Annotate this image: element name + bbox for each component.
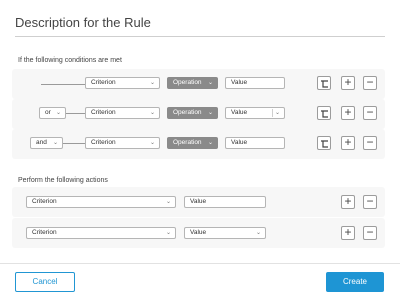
chevron-down-icon: ⌄ <box>55 110 61 116</box>
plus-icon[interactable]: + <box>341 106 355 120</box>
footer-divider <box>0 263 400 264</box>
chevron-down-icon: ⌄ <box>255 230 261 236</box>
value-input[interactable]: Value <box>225 77 285 89</box>
branch-icon <box>321 140 328 148</box>
action-row: Criterion ⌄ Value + − <box>12 187 385 217</box>
tree-branch-line <box>63 143 85 144</box>
condition-row: or ⌄ Criterion ⌄ Operation ⌄ Value ⌄ + − <box>12 99 385 129</box>
value-text: Value <box>190 198 207 205</box>
operation-select[interactable]: Operation ⌄ <box>167 137 218 149</box>
connector-value: and <box>36 139 47 146</box>
rule-description-input[interactable]: Description for the Rule <box>15 14 385 37</box>
operation-value: Operation <box>173 139 202 146</box>
conditions-heading: If the following conditions are met <box>18 57 122 64</box>
chevron-down-icon: ⌄ <box>207 80 213 86</box>
criterion-value: Criterion <box>91 79 116 86</box>
value-text: Value <box>190 229 207 236</box>
value-select[interactable]: Value ⌄ <box>225 107 285 119</box>
create-button[interactable]: Create <box>326 272 384 292</box>
action-row: Criterion ⌄ Value ⌄ + − <box>12 218 385 248</box>
minus-icon[interactable]: − <box>363 195 377 209</box>
add-branch-button[interactable] <box>317 106 331 120</box>
minus-icon[interactable]: − <box>363 136 377 150</box>
plus-icon[interactable]: + <box>341 195 355 209</box>
chevron-down-icon: ⌄ <box>274 110 280 116</box>
chevron-down-icon: ⌄ <box>52 140 58 146</box>
minus-icon[interactable]: − <box>363 106 377 120</box>
tree-branch-line <box>41 84 85 85</box>
criterion-value: Criterion <box>32 229 57 236</box>
chevron-down-icon: ⌄ <box>165 230 171 236</box>
plus-icon[interactable]: + <box>341 136 355 150</box>
chevron-down-icon: ⌄ <box>149 110 155 116</box>
operation-value: Operation <box>173 109 202 116</box>
criterion-select[interactable]: Criterion ⌄ <box>26 196 176 208</box>
chevron-down-icon: ⌄ <box>149 80 155 86</box>
operation-select[interactable]: Operation ⌄ <box>167 107 218 119</box>
criterion-value: Criterion <box>91 139 116 146</box>
actions-heading: Perform the following actions <box>18 177 108 184</box>
value-text: Value <box>231 79 248 86</box>
value-text: Value <box>231 139 248 146</box>
criterion-select[interactable]: Criterion ⌄ <box>85 77 160 89</box>
criterion-value: Criterion <box>32 198 57 205</box>
add-branch-button[interactable] <box>317 136 331 150</box>
dropdown-separator <box>272 109 273 117</box>
criterion-select[interactable]: Criterion ⌄ <box>26 227 176 239</box>
value-input[interactable]: Value <box>225 137 285 149</box>
value-text: Value <box>231 109 248 116</box>
connector-select[interactable]: and ⌄ <box>30 137 63 149</box>
branch-icon <box>321 110 328 118</box>
tree-branch-line <box>66 113 85 114</box>
connector-value: or <box>45 109 51 116</box>
minus-icon[interactable]: − <box>363 226 377 240</box>
criterion-value: Criterion <box>91 109 116 116</box>
value-input[interactable]: Value <box>184 196 266 208</box>
chevron-down-icon: ⌄ <box>165 199 171 205</box>
cancel-button[interactable]: Cancel <box>15 272 75 292</box>
branch-icon <box>321 80 328 88</box>
value-select[interactable]: Value ⌄ <box>184 227 266 239</box>
plus-icon[interactable]: + <box>341 76 355 90</box>
chevron-down-icon: ⌄ <box>207 140 213 146</box>
condition-row: and ⌄ Criterion ⌄ Operation ⌄ Value + − <box>12 129 385 159</box>
operation-select[interactable]: Operation ⌄ <box>167 77 218 89</box>
chevron-down-icon: ⌄ <box>149 140 155 146</box>
minus-icon[interactable]: − <box>363 76 377 90</box>
connector-select[interactable]: or ⌄ <box>39 107 66 119</box>
condition-row: Criterion ⌄ Operation ⌄ Value + − <box>12 69 385 99</box>
add-branch-button[interactable] <box>317 76 331 90</box>
chevron-down-icon: ⌄ <box>207 110 213 116</box>
criterion-select[interactable]: Criterion ⌄ <box>85 137 160 149</box>
operation-value: Operation <box>173 79 202 86</box>
plus-icon[interactable]: + <box>341 226 355 240</box>
criterion-select[interactable]: Criterion ⌄ <box>85 107 160 119</box>
